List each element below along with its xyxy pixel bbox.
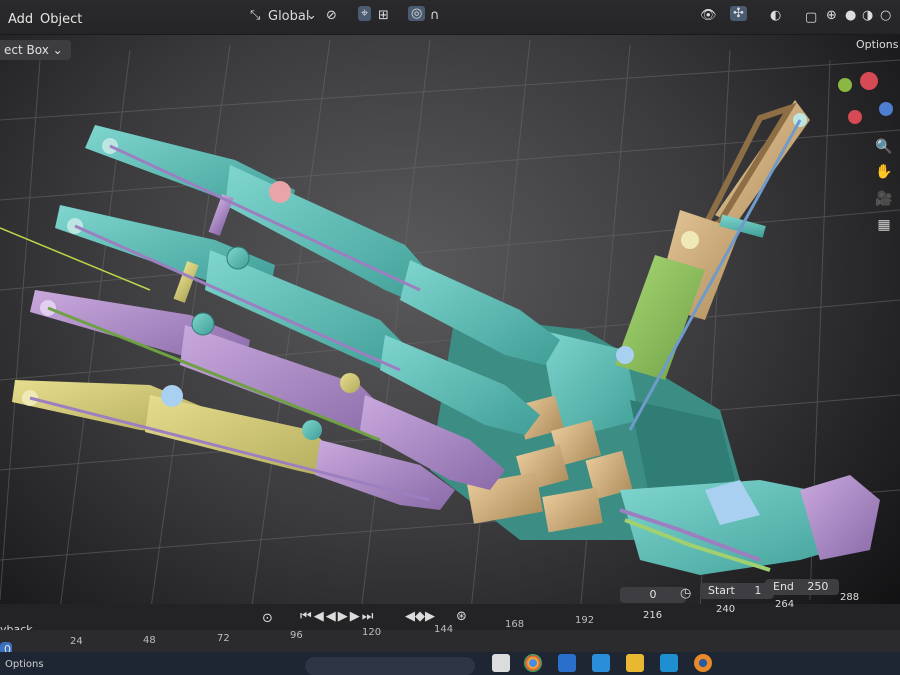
- status-options[interactable]: Options: [5, 659, 44, 670]
- gizmo-y-axis[interactable]: [838, 78, 852, 92]
- end-value: 250: [807, 580, 829, 593]
- frame-tick-144: 144: [434, 624, 454, 635]
- keyframe-nav-icon[interactable]: ◀◆▶: [405, 609, 435, 624]
- pivot-icon[interactable]: ⊘: [326, 8, 337, 23]
- wrist-model: [619, 475, 880, 575]
- frame-tick-24: 24: [70, 636, 83, 647]
- frame-tick-216: 216: [643, 610, 663, 621]
- menu-object[interactable]: Object: [40, 12, 82, 27]
- solid-shading-icon[interactable]: ●: [845, 8, 856, 23]
- clock-icon[interactable]: ◷: [680, 586, 691, 601]
- frame-tick-72: 72: [217, 633, 230, 644]
- xray-icon[interactable]: ▢: [805, 10, 817, 25]
- chrome-icon[interactable]: [524, 654, 542, 672]
- edge-icon[interactable]: [592, 654, 610, 672]
- header-bar: [0, 0, 900, 35]
- options-button[interactable]: Options: [856, 38, 898, 51]
- rendered-shading-icon[interactable]: ○: [880, 8, 891, 23]
- transform-orientation-dropdown[interactable]: Global: [268, 9, 309, 24]
- frame-tick-48: 48: [143, 635, 156, 646]
- playback-controls[interactable]: ⏮◀◀▶▶⏭: [300, 609, 375, 624]
- outlook-icon[interactable]: [558, 654, 576, 672]
- keying-icon[interactable]: ⊙: [262, 611, 273, 626]
- falloff-icon[interactable]: ∩: [430, 8, 440, 23]
- chevron-down-icon[interactable]: ⌄: [306, 8, 317, 23]
- gizmo-neg-x[interactable]: [848, 110, 862, 124]
- gizmo-z-axis[interactable]: [879, 102, 893, 116]
- frame-tick-288: 288: [840, 592, 860, 603]
- start-label: Start: [708, 584, 735, 597]
- zoom-icon[interactable]: 🔍: [872, 135, 896, 159]
- screen: Add Object ⤡ Global ⌄ ⊘ ⌖ ⊞ ◎ ∩ 👁 ✣ ◐ ▢ …: [0, 0, 900, 675]
- grid-icon[interactable]: ▦: [872, 213, 896, 237]
- frame-tick-120: 120: [362, 627, 382, 638]
- hand-icon[interactable]: ✋: [872, 160, 896, 184]
- select-box-dropdown[interactable]: ect Box ⌄: [0, 40, 71, 60]
- camera-icon[interactable]: 🎥: [872, 187, 896, 211]
- chevron-down-icon: ⌄: [52, 43, 63, 57]
- app-icon[interactable]: [660, 654, 678, 672]
- auto-keying-icon[interactable]: ⊛: [456, 609, 467, 624]
- snap-increment-icon[interactable]: ⊞: [378, 8, 389, 23]
- material-shading-icon[interactable]: ◑: [862, 8, 873, 23]
- start-frame-field[interactable]: Start 1: [700, 583, 774, 599]
- current-frame-field[interactable]: 0: [620, 587, 686, 603]
- task-view-icon[interactable]: [492, 654, 510, 672]
- proportional-edit-icon[interactable]: ◎: [408, 6, 426, 21]
- overlay-icon[interactable]: ◐: [770, 8, 781, 23]
- end-frame-field[interactable]: End 250: [765, 579, 839, 595]
- wireframe-shading-icon[interactable]: ⊕: [826, 8, 837, 23]
- taskbar-search[interactable]: [305, 657, 475, 675]
- 3d-viewport[interactable]: [0, 0, 900, 675]
- frame-tick-96: 96: [290, 630, 303, 641]
- frame-tick-192: 192: [575, 615, 595, 626]
- end-label: End: [773, 580, 794, 593]
- select-box-label: ect Box: [4, 43, 49, 57]
- start-value: 1: [754, 584, 762, 597]
- gizmo-toggle-icon[interactable]: ✣: [730, 6, 747, 21]
- snap-icon[interactable]: ⌖: [358, 6, 372, 21]
- frame-tick-264: 264: [775, 599, 795, 610]
- transform-orientation-icon[interactable]: ⤡: [250, 8, 260, 23]
- frame-tick-240: 240: [716, 604, 736, 615]
- menu-add[interactable]: Add: [8, 12, 33, 27]
- blender-icon[interactable]: [694, 654, 712, 672]
- frame-tick-168: 168: [505, 619, 525, 630]
- gizmo-x-axis[interactable]: [860, 72, 878, 90]
- folder-icon[interactable]: [626, 654, 644, 672]
- view-icon[interactable]: 👁: [700, 8, 717, 23]
